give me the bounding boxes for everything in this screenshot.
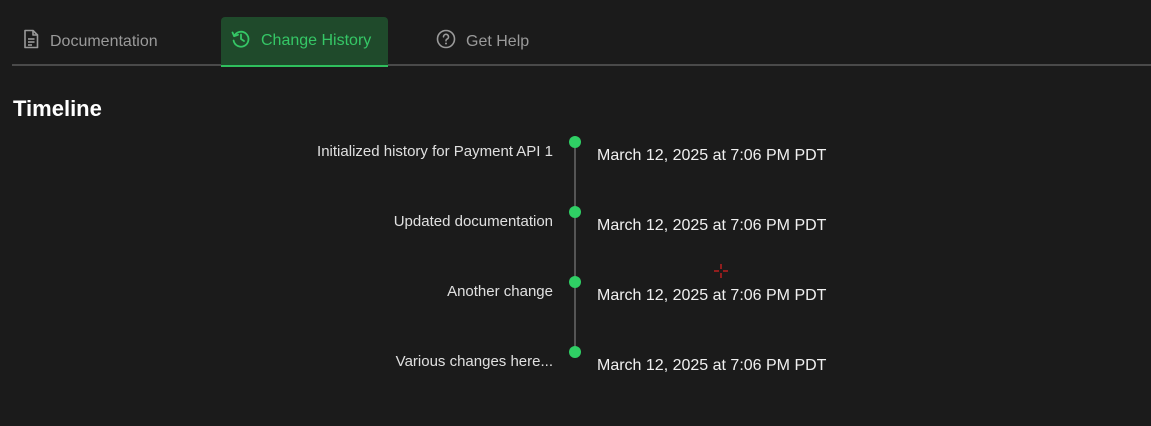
history-icon (231, 29, 251, 54)
timeline-event: Updated documentation March 12, 2025 at … (0, 206, 1151, 243)
timeline-event-label: Various changes here... (395, 353, 553, 370)
timeline-event-date: March 12, 2025 at 7:06 PM PDT (597, 147, 827, 164)
timeline-dot (569, 276, 581, 288)
timeline-dot (569, 206, 581, 218)
timeline-event-date: March 12, 2025 at 7:06 PM PDT (597, 217, 827, 234)
timeline-event-label: Initialized history for Payment API 1 (317, 143, 553, 160)
timeline-event-date: March 12, 2025 at 7:06 PM PDT (597, 357, 827, 374)
timeline-line (574, 143, 576, 353)
document-icon (22, 29, 40, 54)
timeline-dot (569, 346, 581, 358)
tab-change-history[interactable]: Change History (221, 17, 388, 67)
timeline-event-label: Another change (447, 283, 553, 300)
help-icon (436, 29, 456, 54)
page-title: Timeline (13, 96, 102, 121)
tab-bar: Documentation Change History Get Help (12, 17, 1151, 67)
tab-get-help[interactable]: Get Help (436, 17, 529, 66)
timeline-event: Another change March 12, 2025 at 7:06 PM… (0, 276, 1151, 313)
tab-get-help-label: Get Help (466, 32, 530, 50)
tab-documentation[interactable]: Documentation (22, 17, 158, 66)
timeline-event: Initialized history for Payment API 1 Ma… (0, 136, 1151, 173)
crosshair-cursor-icon (714, 264, 728, 278)
timeline-event-label: Updated documentation (393, 213, 553, 230)
timeline-dot (569, 136, 581, 148)
tab-change-history-label: Change History (261, 32, 372, 49)
tab-documentation-label: Documentation (50, 32, 158, 50)
timeline-event: Various changes here... March 12, 2025 a… (0, 346, 1151, 383)
timeline-event-date: March 12, 2025 at 7:06 PM PDT (597, 287, 827, 304)
